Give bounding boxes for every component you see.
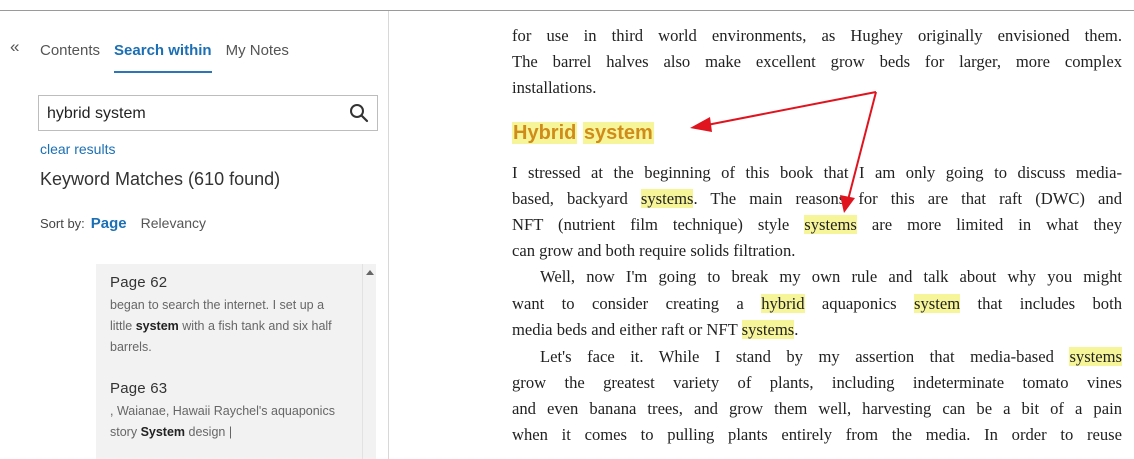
text-line: I stressed at the beginning of this book… [512,163,1122,182]
sort-by: Sort by: Page Relevancy [40,215,206,232]
search-box [38,95,378,131]
scroll-up-arrow-icon[interactable] [366,270,374,275]
text-line: for use in third world environments, as … [512,26,1122,45]
text-line: grow the greatest variety of plants, inc… [512,373,1122,392]
result-page-number[interactable]: Page 63 [110,380,348,397]
search-highlight: systems [1069,347,1122,366]
collapse-panel-button[interactable]: « [10,38,19,56]
keyword-matches-heading: Keyword Matches (610 found) [40,169,281,189]
panel-divider [388,11,389,459]
search-highlight: hybrid [761,294,805,313]
search-results-list: Page 62 began to search the internet. I … [96,264,362,459]
text-line: media beds and either raft or NFT system… [512,320,799,339]
results-scrollbar[interactable] [362,264,376,459]
text-line: based, backyard systems. The main reason… [512,189,1122,208]
search-highlight: systems [741,320,795,339]
arrow-to-heading [706,91,877,126]
text-line: Let's face it. While I stand by my asser… [540,347,1122,366]
text-line: Well, now I'm going to break my own rule… [540,267,1122,286]
panel-tabs: Contents Search within My Notes [40,42,303,73]
text-line: and even banana trees, and grow them wel… [512,399,1122,418]
sort-by-label: Sort by: [40,216,85,231]
text-line: when it comes to pulling plants entirely… [512,425,1122,444]
search-result[interactable]: Page 62 began to search the internet. I … [96,264,362,358]
text-line: The barrel halves also make excellent gr… [512,52,1122,71]
text-line: installations. [512,78,597,97]
sort-relevancy-option[interactable]: Relevancy [141,215,206,231]
search-highlight: system [914,294,961,313]
tab-my-notes[interactable]: My Notes [226,42,289,73]
result-snippet: , Waianae, Hawaii Raychel's aquaponics s… [110,404,335,439]
search-icon[interactable] [349,103,369,123]
tab-contents[interactable]: Contents [40,42,100,73]
result-snippet: began to search the internet. I set up a… [110,298,332,354]
search-highlight: systems [640,189,694,208]
clear-results-link[interactable]: clear results [40,141,115,157]
arrowhead-heading [690,117,712,132]
result-page-number[interactable]: Page 62 [110,274,348,291]
search-highlight: systems [804,215,857,234]
text-line: want to consider creating a hybrid aquap… [512,294,1123,313]
section-heading: Hybrid system [512,122,654,144]
text-line: can grow and both require solids filtrat… [512,241,796,260]
search-input[interactable] [47,103,337,125]
tab-search-within[interactable]: Search within [114,42,212,73]
text-line: NFT (nutrient film technique) style syst… [512,215,1123,234]
search-result[interactable]: Page 63 , Waianae, Hawaii Raychel's aqua… [96,358,362,443]
sort-page-option[interactable]: Page [91,215,127,232]
arrow-to-systems [847,91,877,201]
